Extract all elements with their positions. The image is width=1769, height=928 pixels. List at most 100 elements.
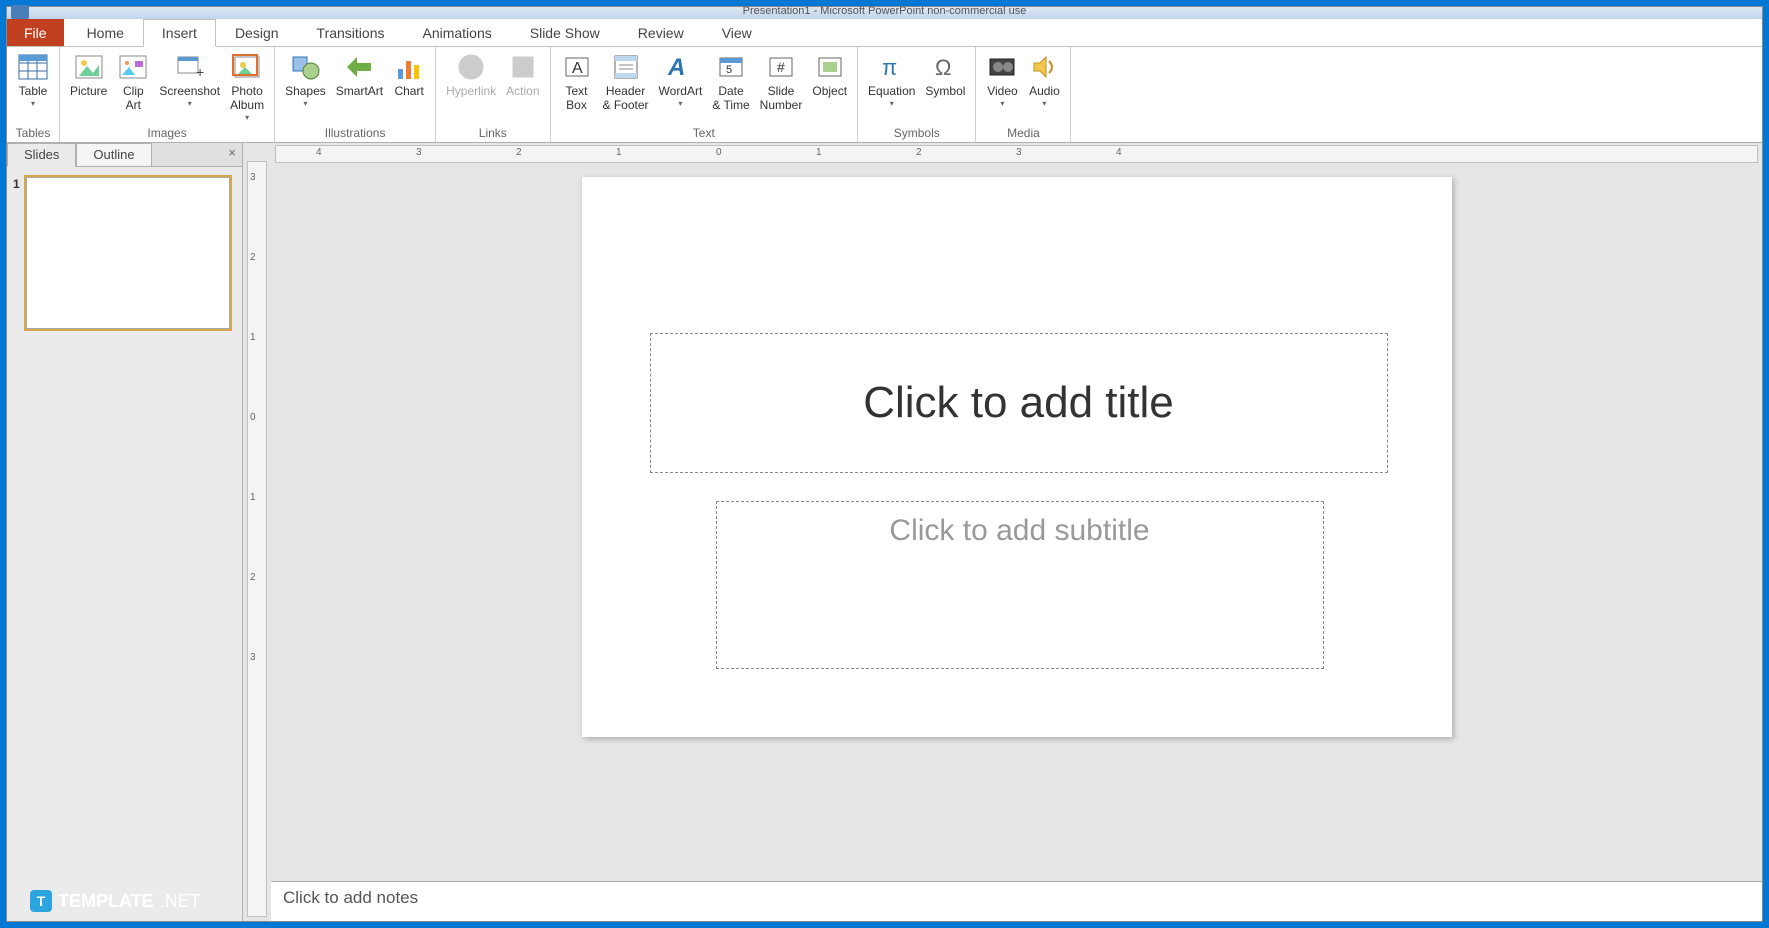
screenshot-button[interactable]: +Screenshot▾ bbox=[155, 49, 224, 110]
object-button[interactable]: Object bbox=[808, 49, 851, 101]
action-label: Action bbox=[506, 85, 539, 99]
textbox-label: Text Box bbox=[565, 85, 587, 113]
chart-label: Chart bbox=[394, 85, 423, 99]
photoalbum-label: Photo Album bbox=[230, 85, 264, 113]
ruler-tick: 1 bbox=[816, 147, 822, 158]
dropdown-arrow-icon: ▾ bbox=[890, 99, 894, 108]
audio-label: Audio bbox=[1029, 85, 1060, 99]
wordart-icon: A bbox=[664, 51, 696, 83]
vertical-ruler-wrap: 3210123 bbox=[243, 143, 271, 921]
slide-canvas[interactable]: Click to add title Click to add subtitle bbox=[582, 177, 1452, 737]
wordart-button[interactable]: AWordArt▾ bbox=[655, 49, 707, 110]
title-placeholder[interactable]: Click to add title bbox=[650, 333, 1388, 473]
audio-button[interactable]: Audio▾ bbox=[1024, 49, 1064, 110]
vertical-ruler: 3210123 bbox=[247, 161, 267, 917]
symbol-button[interactable]: Ω Symbol bbox=[921, 49, 969, 101]
ribbon-group-links: HyperlinkActionLinks bbox=[436, 47, 550, 142]
ribbon-group-tables: Table▾ Tables bbox=[7, 47, 60, 142]
tab-file[interactable]: File bbox=[7, 19, 64, 46]
smartart-label: SmartArt bbox=[336, 85, 383, 99]
action-button: Action bbox=[502, 49, 543, 101]
ruler-tick: 4 bbox=[1116, 147, 1122, 158]
ruler-tick: 3 bbox=[250, 652, 256, 663]
tab-transitions[interactable]: Transitions bbox=[298, 19, 404, 46]
svg-text:+: + bbox=[196, 64, 204, 80]
clipart-button[interactable]: Clip Art bbox=[113, 49, 153, 115]
screenshot-icon: + bbox=[174, 51, 206, 83]
picture-button[interactable]: Picture bbox=[66, 49, 111, 101]
dropdown-arrow-icon: ▾ bbox=[31, 99, 35, 108]
watermark: T TEMPLATE.NET bbox=[30, 890, 201, 912]
tab-insert[interactable]: Insert bbox=[143, 19, 216, 47]
qat-icon[interactable] bbox=[11, 5, 29, 19]
textbox-button[interactable]: AText Box bbox=[557, 49, 597, 115]
notes-placeholder-text: Click to add notes bbox=[283, 888, 418, 907]
panel-tabs: Slides Outline × bbox=[7, 143, 242, 167]
svg-text:π: π bbox=[882, 55, 897, 80]
datetime-button[interactable]: 5Date & Time bbox=[708, 49, 753, 115]
ribbon-group-label: Media bbox=[982, 124, 1064, 142]
canvas-scroll[interactable]: Click to add title Click to add subtitle bbox=[271, 163, 1762, 881]
panel-close-button[interactable]: × bbox=[222, 143, 242, 166]
shapes-button[interactable]: Shapes▾ bbox=[281, 49, 330, 110]
ribbon-group-label: Symbols bbox=[864, 124, 969, 142]
watermark-suffix: .NET bbox=[160, 891, 201, 912]
dropdown-arrow-icon: ▾ bbox=[303, 99, 307, 108]
thumbnail-row: 1 bbox=[13, 177, 236, 329]
tab-slideshow[interactable]: Slide Show bbox=[511, 19, 619, 46]
ruler-tick: 0 bbox=[716, 147, 722, 158]
slidenumber-button[interactable]: #Slide Number bbox=[756, 49, 807, 115]
ruler-tick: 2 bbox=[516, 147, 522, 158]
ruler-tick: 4 bbox=[316, 147, 322, 158]
dropdown-arrow-icon: ▾ bbox=[188, 99, 192, 108]
equation-button[interactable]: πEquation▾ bbox=[864, 49, 919, 110]
equation-icon: π bbox=[876, 51, 908, 83]
dropdown-arrow-icon: ▾ bbox=[245, 113, 249, 122]
slide-thumbnail[interactable] bbox=[26, 177, 230, 329]
editor-area: 432101234 Click to add title Click to ad… bbox=[271, 143, 1762, 921]
table-button[interactable]: Table▾ bbox=[13, 49, 53, 110]
ruler-tick: 3 bbox=[1016, 147, 1022, 158]
svg-text:A: A bbox=[667, 54, 685, 81]
photoalbum-button[interactable]: Photo Album▾ bbox=[226, 49, 268, 124]
ruler-tick: 2 bbox=[250, 572, 256, 583]
picture-icon bbox=[73, 51, 105, 83]
subtitle-placeholder-text: Click to add subtitle bbox=[889, 514, 1149, 548]
chart-button[interactable]: Chart bbox=[389, 49, 429, 101]
ruler-tick: 1 bbox=[616, 147, 622, 158]
ruler-tick: 2 bbox=[916, 147, 922, 158]
textbox-icon: A bbox=[561, 51, 593, 83]
watermark-icon: T bbox=[30, 890, 52, 912]
object-label: Object bbox=[812, 85, 847, 99]
video-label: Video bbox=[987, 85, 1017, 99]
shapes-icon bbox=[289, 51, 321, 83]
slidenumber-label: Slide Number bbox=[760, 85, 803, 113]
ribbon-group-symbols: πEquation▾ Ω Symbol Symbols bbox=[858, 47, 976, 142]
chart-icon bbox=[393, 51, 425, 83]
hyperlink-button: Hyperlink bbox=[442, 49, 500, 101]
app-window: Presentation1 - Microsoft PowerPoint non… bbox=[6, 6, 1763, 922]
ribbon-group-label: Tables bbox=[13, 124, 53, 142]
notes-pane[interactable]: Click to add notes bbox=[271, 881, 1762, 921]
object-icon bbox=[814, 51, 846, 83]
thumbnail-number: 1 bbox=[13, 177, 20, 329]
tab-animations[interactable]: Animations bbox=[403, 19, 510, 46]
video-button[interactable]: Video▾ bbox=[982, 49, 1022, 110]
subtitle-placeholder[interactable]: Click to add subtitle bbox=[716, 501, 1324, 669]
panel-tab-slides[interactable]: Slides bbox=[7, 143, 76, 167]
slides-panel: Slides Outline × 1 bbox=[7, 143, 243, 921]
headerfooter-button[interactable]: Header & Footer bbox=[599, 49, 653, 115]
table-label: Table bbox=[19, 85, 48, 99]
tab-design[interactable]: Design bbox=[216, 19, 298, 46]
symbol-label: Symbol bbox=[925, 85, 965, 99]
ruler-tick: 3 bbox=[250, 172, 256, 183]
smartart-button[interactable]: SmartArt bbox=[332, 49, 387, 101]
panel-tab-outline[interactable]: Outline bbox=[76, 143, 151, 166]
symbol-icon: Ω bbox=[929, 51, 961, 83]
tab-home[interactable]: Home bbox=[68, 19, 143, 46]
ruler-tick: 1 bbox=[250, 492, 256, 503]
headerfooter-icon bbox=[610, 51, 642, 83]
tab-view[interactable]: View bbox=[703, 19, 771, 46]
slidenumber-icon: # bbox=[765, 51, 797, 83]
tab-review[interactable]: Review bbox=[619, 19, 703, 46]
